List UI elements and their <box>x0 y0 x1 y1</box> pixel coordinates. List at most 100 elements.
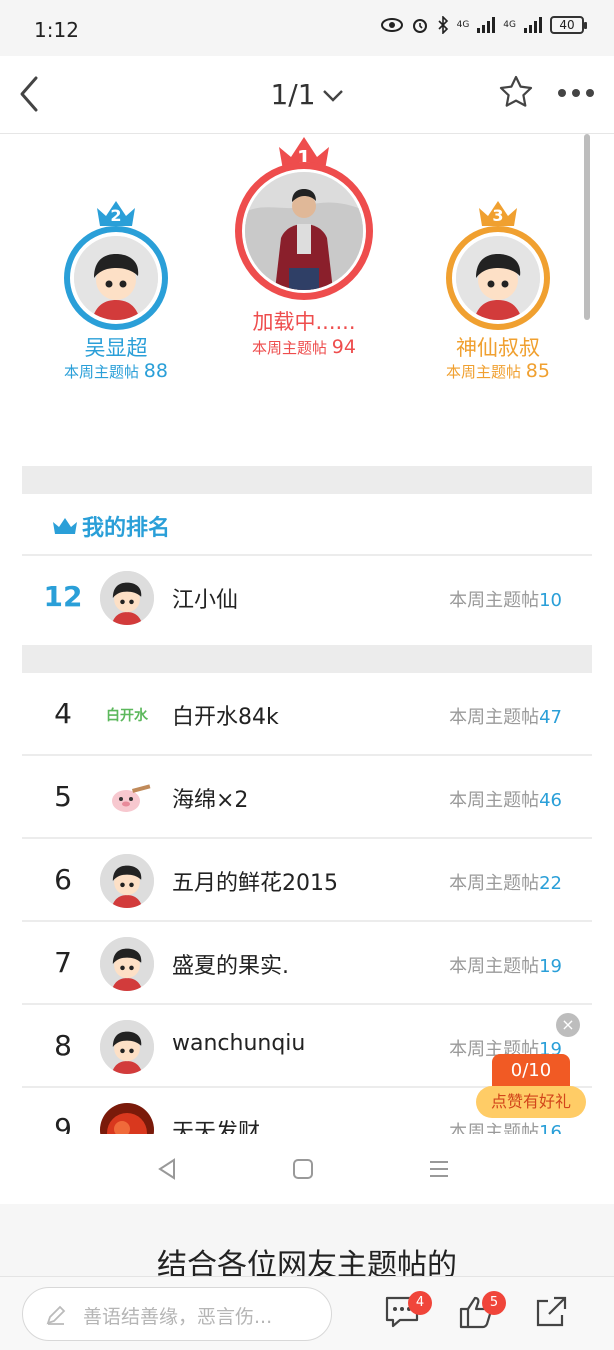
stat-value: 94 <box>331 336 356 358</box>
crown-icon <box>53 518 77 534</box>
home-square-icon[interactable] <box>292 1158 314 1180</box>
stat-value: 47 <box>539 707 562 728</box>
stat-value: 19 <box>539 956 562 977</box>
my-rank-row[interactable]: 12 江小仙 本周主题帖10 <box>22 556 592 639</box>
comment-input[interactable]: 善语结善缘，恶言伤... <box>22 1287 332 1341</box>
favorite-star-icon[interactable] <box>498 74 534 110</box>
post-count: 本周主题帖10 <box>449 586 562 612</box>
stat-value: 22 <box>539 873 562 894</box>
system-nav-bar <box>0 1134 614 1204</box>
rank-number: 9 <box>54 1112 72 1134</box>
more-options-icon[interactable] <box>556 78 596 108</box>
avatar <box>100 1103 154 1134</box>
avatar <box>100 1020 154 1074</box>
stat-value: 16 <box>539 1122 562 1134</box>
like-count-badge: 5 <box>482 1291 506 1315</box>
podium-third-name: 神仙叔叔 <box>456 336 540 360</box>
status-icons: 4G 4G 40 <box>380 16 587 34</box>
like-progress-count[interactable]: 0/10 <box>492 1054 570 1088</box>
rank-number: 4 <box>54 697 72 730</box>
stat-value: 46 <box>539 790 562 811</box>
chevron-down-icon <box>322 90 343 102</box>
stat-value: 88 <box>143 360 168 382</box>
stat-value: 85 <box>525 360 550 382</box>
podium-second[interactable]: 2 吴显超 本周主题帖 88 <box>64 198 168 388</box>
page-indicator: 1/1 <box>270 78 316 111</box>
podium-third[interactable]: 3 神仙叔叔 本周主题帖 85 <box>446 198 550 388</box>
back-triangle-icon[interactable] <box>156 1158 178 1180</box>
user-name: 海绵×2 <box>172 788 249 813</box>
stat-label: 本周主题帖 <box>449 873 540 894</box>
podium-second-rank: 2 <box>110 206 122 225</box>
podium-first-stat: 本周主题帖 94 <box>175 336 433 358</box>
stat-label: 本周主题帖 <box>449 590 540 611</box>
network-label-2: 4G <box>503 20 516 30</box>
top-nav-bar: 1/1 <box>0 56 614 134</box>
status-bar: 1:12 4G 4G 40 <box>0 0 614 56</box>
list-item[interactable]: 7 盛夏的果实. 本周主题帖19 <box>22 922 592 1005</box>
post-count: 本周主题帖47 <box>449 703 562 729</box>
avatar <box>100 937 154 991</box>
network-label-1: 4G <box>456 20 470 30</box>
avatar <box>456 236 540 320</box>
pencil-icon <box>46 1305 66 1325</box>
post-count: 本周主题帖22 <box>449 869 562 895</box>
bluetooth-icon <box>438 16 448 34</box>
avatar <box>100 854 154 908</box>
bottom-action-bar: 善语结善缘，恶言伤... 4 5 <box>0 1276 614 1350</box>
comment-placeholder: 善语结善缘，恶言伤... <box>83 1306 273 1328</box>
avatar <box>100 771 154 825</box>
stat-label: 本周主题帖 <box>449 1122 540 1134</box>
ranking-content: 2 吴显超 本周主题帖 88 1 加载中...... 本周主题帖 94 3 神仙… <box>0 134 614 1134</box>
menu-lines-icon[interactable] <box>428 1158 450 1180</box>
avatar-photo <box>245 172 363 290</box>
stat-label: 本周主题帖 <box>252 339 328 357</box>
avatar <box>74 236 158 320</box>
list-item[interactable]: 5 海绵×2 本周主题帖46 <box>22 756 592 839</box>
stat-label: 本周主题帖 <box>449 790 540 811</box>
section-divider <box>22 645 592 673</box>
my-rank-title: 我的排名 <box>82 516 171 541</box>
signal-icon-2 <box>524 17 542 33</box>
avatar <box>100 571 154 625</box>
rank-number: 6 <box>54 863 72 896</box>
status-time: 1:12 <box>34 18 79 42</box>
close-float-button[interactable]: × <box>556 1013 580 1037</box>
post-count: 本周主题帖16 <box>449 1118 562 1134</box>
post-count: 本周主题帖19 <box>449 952 562 978</box>
scrollbar[interactable] <box>584 134 590 320</box>
share-icon[interactable] <box>534 1295 568 1329</box>
rank-number: 5 <box>54 780 72 813</box>
stat-label: 本周主题帖 <box>449 707 540 728</box>
stat-label: 本周主题帖 <box>449 956 540 977</box>
avatar-logo-text: 白开水 <box>106 708 148 724</box>
comment-count-badge: 4 <box>408 1291 432 1315</box>
list-item[interactable]: 4 白开水 白开水84k 本周主题帖47 <box>22 673 592 756</box>
rank-number: 8 <box>54 1029 72 1062</box>
alarm-icon <box>412 19 427 33</box>
user-name: 盛夏的果实. <box>172 954 289 979</box>
avatar: 白开水 <box>100 688 154 742</box>
rank-number: 12 <box>43 580 83 613</box>
rank-number: 7 <box>54 946 72 979</box>
user-name: 天天发财 <box>172 1120 261 1134</box>
podium-third-stat: 本周主题帖 85 <box>386 360 610 382</box>
user-name: 江小仙 <box>172 588 239 613</box>
podium-first-name: 加载中...... <box>252 310 356 334</box>
user-name: 白开水84k <box>172 705 279 730</box>
battery-icon: 40 <box>550 16 587 34</box>
podium-first[interactable]: 1 加载中...... 本周主题帖 94 <box>235 134 373 364</box>
user-name: 五月的鲜花2015 <box>172 871 338 896</box>
my-rank-header: 我的排名 <box>52 510 170 542</box>
eye-icon <box>380 18 403 32</box>
section-divider <box>22 466 592 494</box>
signal-icon <box>477 17 496 33</box>
post-count: 本周主题帖46 <box>449 786 562 812</box>
like-reward-button[interactable]: 点赞有好礼 <box>476 1086 586 1118</box>
user-name: wanchunqiu <box>172 1031 306 1056</box>
stat-label: 本周主题帖 <box>446 363 522 381</box>
list-item[interactable]: 6 五月的鲜花2015 本周主题帖22 <box>22 839 592 922</box>
stat-value: 10 <box>539 590 562 611</box>
podium-third-rank: 3 <box>492 206 504 225</box>
stat-label: 本周主题帖 <box>64 363 140 381</box>
